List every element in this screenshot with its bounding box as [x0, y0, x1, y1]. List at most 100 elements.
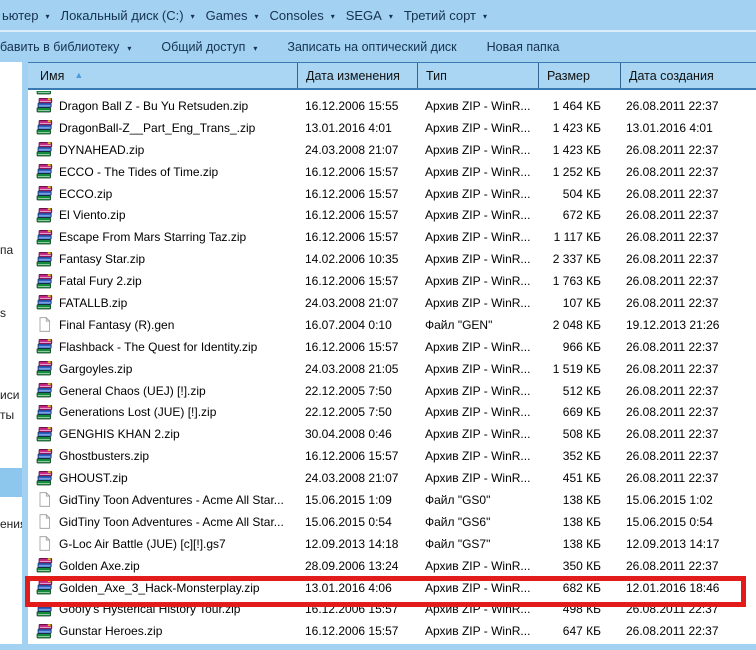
table-row[interactable]: DYNAHEAD.zip 24.03.2008 21:07 Архив ZIP - … [28, 139, 756, 161]
column-header-name[interactable]: Имя ▲ [28, 63, 297, 88]
file-name-cell: Gargoyles.zip [28, 361, 297, 376]
file-type: Архив ZIP - WinR... [425, 208, 531, 223]
table-row[interactable]: Goofy's Hysterical History Tour.zip 16.12… [28, 598, 756, 620]
file-name-cell: Golden_Axe_3_Hack-Monsterplay.zip [28, 580, 297, 595]
winrar-archive-icon [36, 383, 53, 398]
nav-item-label-fragment[interactable]: па [0, 243, 13, 257]
toolbar-button-label: Записать на оптический диск [287, 40, 457, 54]
file-date-created: 26.08.2011 22:37 [626, 98, 719, 113]
file-type: Архив ZIP - WinR... [425, 427, 531, 442]
file-name-label: GHOUST.zip [59, 471, 128, 486]
table-row[interactable]: FATALLB.zip 24.03.2008 21:07 Архив ZIP - W… [28, 292, 756, 314]
breadcrumb-item[interactable]: Consoles ▾ [270, 8, 342, 23]
table-row[interactable]: Fatal Fury 2.zip 16.12.2006 15:57 Архив ZI… [28, 270, 756, 292]
nav-item-label-fragment[interactable]: ения [0, 517, 22, 531]
breadcrumb-item-label: SEGA [345, 7, 382, 23]
share-button[interactable]: Общий доступ ▾ [161, 40, 257, 54]
table-row[interactable]: Fantasy Star.zip 14.02.2006 10:35 Архив ZI… [28, 248, 756, 270]
chevron-down-icon[interactable]: ▾ [483, 12, 487, 21]
table-row[interactable]: DragonBall-Z__Part_Eng_Trans_.zip 13.01.2… [28, 117, 756, 139]
breadcrumb-item[interactable]: ьютер ▾ [2, 8, 57, 23]
table-row[interactable]: ECCO - The Tides of Time.zip 16.12.2006 1… [28, 161, 756, 183]
file-name-label: DYNAHEAD.zip [59, 142, 145, 157]
file-name-cell: Generations Lost (JUE) [!].zip [28, 404, 297, 420]
chevron-down-icon[interactable]: ▾ [254, 12, 258, 21]
file-type: Архив ZIP - WinR... [425, 580, 531, 595]
table-row[interactable]: GHOUST.zip 24.03.2008 21:07 Архив ZIP - Wi… [28, 467, 756, 489]
table-row[interactable]: Golden Axe.zip 28.09.2006 13:24 Архив ZIP … [28, 555, 756, 577]
file-size: 2 048 КБ [552, 317, 601, 332]
winrar-archive-icon [36, 142, 53, 157]
breadcrumb-item[interactable]: Games ▾ [206, 8, 266, 23]
burn-disc-button[interactable]: Записать на оптический диск [287, 40, 456, 54]
table-row[interactable]: Gargoyles.zip 24.03.2008 21:05 Архив ZIP -… [28, 358, 756, 380]
table-row[interactable]: Final Fantasy (R).gen 16.07.2004 0:10 Файл… [28, 314, 756, 336]
add-to-library-button[interactable]: бавить в библиотеку ▾ [0, 40, 131, 54]
file-size: 352 КБ [562, 449, 601, 464]
winrar-archive-icon [36, 120, 53, 135]
column-header-type[interactable]: Тип [417, 63, 538, 88]
breadcrumb-item[interactable]: Локальный диск (C:) ▾ [61, 8, 202, 23]
nav-item-label-fragment[interactable]: ты [0, 408, 14, 422]
nav-item-label-fragment[interactable]: s [0, 306, 6, 320]
table-row[interactable]: El Viento.zip 16.12.2006 15:57 Архив ZIP -… [28, 204, 756, 226]
column-header-size[interactable]: Размер [538, 63, 620, 88]
table-row[interactable]: Flashback - The Quest for Identity.zip 16… [28, 336, 756, 358]
winrar-archive-icon [36, 558, 53, 573]
column-header-date-created[interactable]: Дата создания [620, 63, 756, 88]
winrar-archive-icon [36, 207, 53, 223]
winrar-archive-icon [36, 470, 53, 486]
new-folder-button[interactable]: Новая папка [487, 40, 560, 54]
winrar-archive-icon [36, 295, 53, 310]
chevron-down-icon[interactable]: ▾ [331, 12, 335, 21]
table-row[interactable]: Ghostbusters.zip 16.12.2006 15:57 Архив ZI… [28, 445, 756, 467]
winrar-archive-icon [36, 383, 53, 398]
file-name-label: Escape From Mars Starring Taz.zip [59, 230, 247, 245]
table-row[interactable]: Dragon Ball Z - Bu Yu Retsuden.zip 16.12.… [28, 95, 756, 117]
chevron-down-icon[interactable]: ▾ [46, 12, 50, 21]
file-date-modified: 15.06.2015 1:09 [305, 492, 392, 507]
file-date-created: 15.06.2015 1:02 [626, 492, 713, 507]
table-row[interactable]: GENGHIS KHAN 2.zip 30.04.2008 0:46 Архив Z… [28, 423, 756, 445]
table-row[interactable]: Generations Lost (JUE) [!].zip 22.12.2005… [28, 401, 756, 423]
file-size: 1 423 КБ [552, 120, 601, 135]
file-date-modified: 22.12.2005 7:50 [305, 383, 392, 398]
breadcrumb-item[interactable]: Третий сорт ▾ [404, 8, 494, 23]
toolbar-button-label: Общий доступ [161, 40, 246, 54]
column-header-date-modified[interactable]: Дата изменения [297, 63, 417, 88]
table-row[interactable]: GidTiny Toon Adventures - Acme All Star.… [28, 511, 756, 533]
file-size: 1 763 КБ [552, 274, 601, 289]
file-size: 138 КБ [562, 514, 601, 529]
winrar-archive-icon [36, 142, 53, 157]
breadcrumb-item[interactable]: SEGA ▾ [346, 8, 400, 23]
file-date-created: 26.08.2011 22:37 [626, 405, 719, 420]
file-size: 498 КБ [562, 602, 601, 617]
table-row[interactable]: ECCO.zip 16.12.2006 15:57 Архив ZIP - WinR… [28, 183, 756, 205]
file-date-created: 26.08.2011 22:37 [626, 252, 719, 267]
file-type: Архив ZIP - WinR... [425, 274, 531, 289]
file-name-cell: Ghostbusters.zip [28, 448, 297, 464]
file-date-modified: 22.12.2005 7:50 [305, 405, 392, 420]
chevron-down-icon[interactable]: ▾ [253, 44, 257, 53]
file-type: Архив ZIP - WinR... [425, 164, 531, 179]
generic-file-icon [39, 492, 51, 508]
table-row[interactable]: GidTiny Toon Adventures - Acme All Star.… [28, 489, 756, 511]
generic-file-icon [36, 317, 53, 333]
winrar-archive-icon [36, 251, 53, 267]
toolbar-button-label: бавить в библиотеку [0, 40, 120, 54]
table-row-highlighted[interactable]: Golden_Axe_3_Hack-Monsterplay.zip 13.01.2… [28, 577, 756, 599]
file-name-cell: Flashback - The Quest for Identity.zip [28, 339, 297, 354]
table-row[interactable]: Escape From Mars Starring Taz.zip 16.12.2… [28, 226, 756, 248]
table-row[interactable]: Gunstar Heroes.zip 16.12.2006 15:57 Архив … [28, 620, 756, 642]
breadcrumb: ьютер ▾ Локальный диск (C:) ▾ Games ▾ Consoles… [0, 0, 756, 32]
nav-item-label-fragment[interactable]: иси [0, 388, 19, 402]
chevron-down-icon[interactable]: ▾ [389, 12, 393, 21]
file-type: Архив ZIP - WinR... [425, 230, 531, 245]
table-row[interactable]: G-Loc Air Battle (JUE) [c][!].gs7 12.09.2… [28, 533, 756, 555]
winrar-archive-icon [36, 98, 53, 113]
file-name-label: Gargoyles.zip [59, 361, 133, 376]
chevron-down-icon[interactable]: ▾ [127, 44, 131, 53]
nav-selected-item[interactable] [0, 468, 22, 497]
table-row[interactable]: General Chaos (UEJ) [!].zip 22.12.2005 7:… [28, 380, 756, 402]
chevron-down-icon[interactable]: ▾ [191, 12, 195, 21]
